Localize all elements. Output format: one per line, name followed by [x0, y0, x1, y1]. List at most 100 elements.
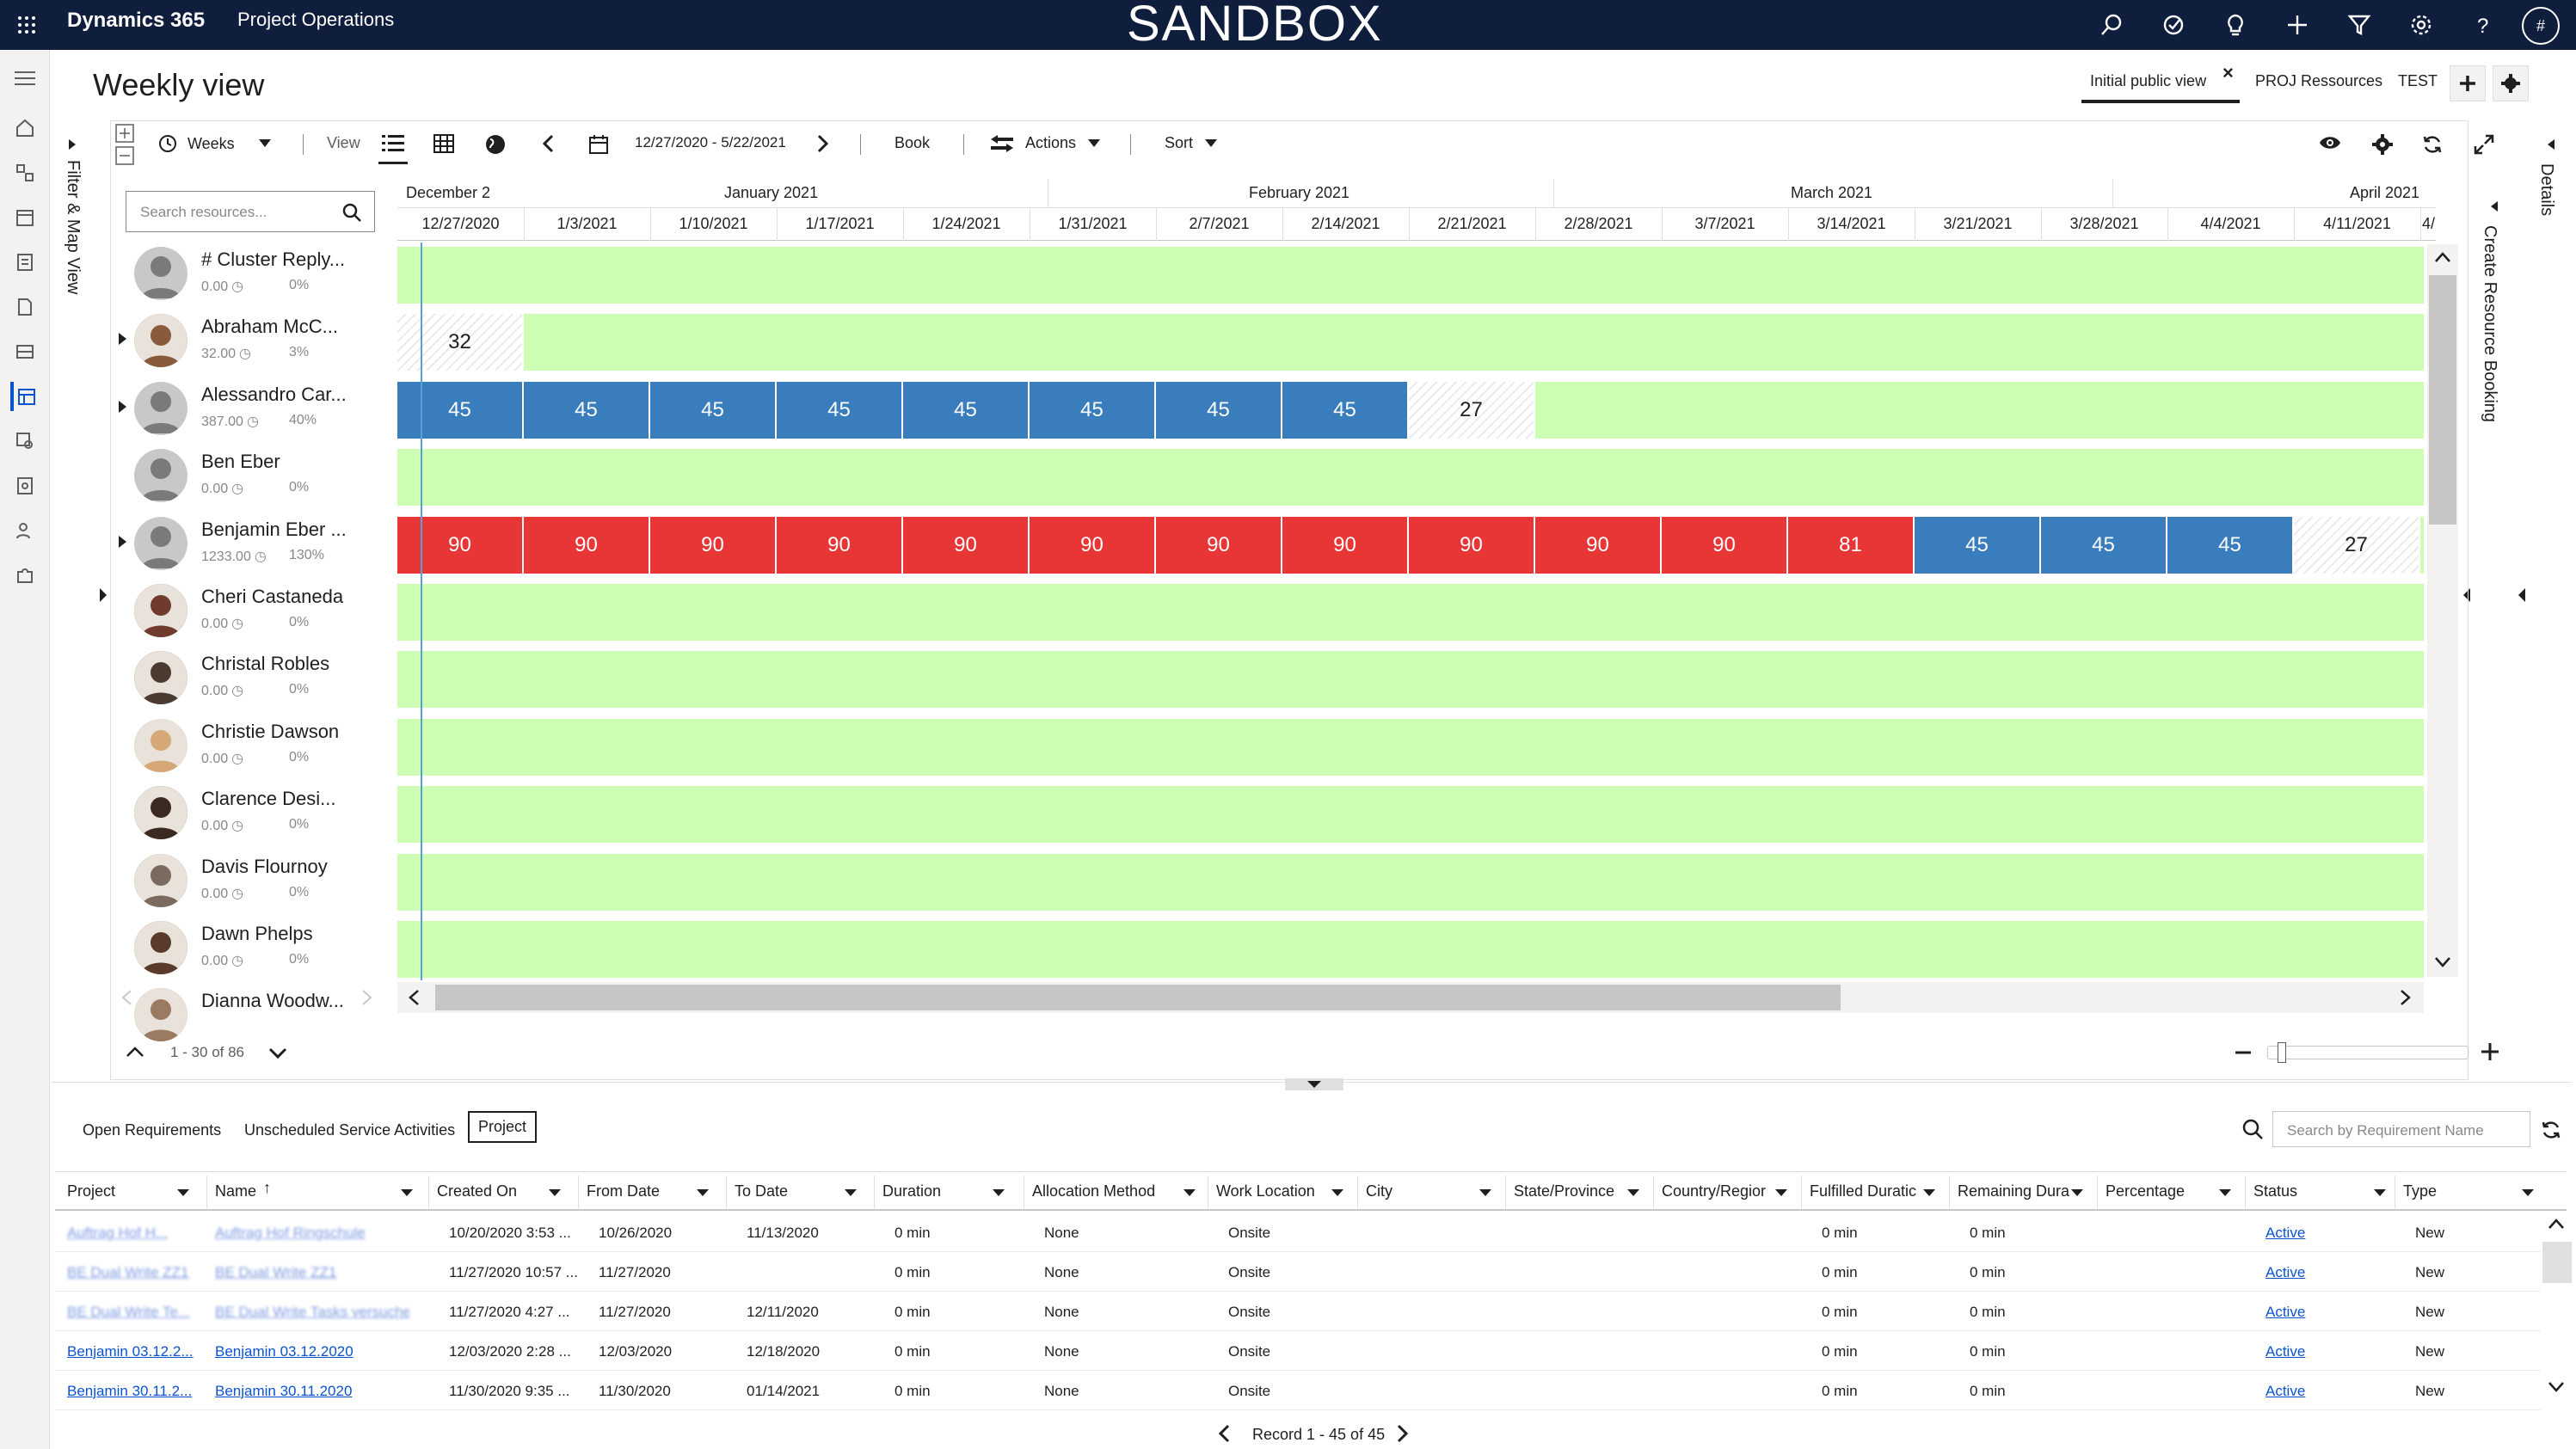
plus-icon[interactable]	[2278, 5, 2317, 45]
view-tab-initial-public-view[interactable]: Initial public view	[2090, 72, 2206, 90]
resource-name[interactable]: Benjamin Eber ...	[201, 519, 347, 541]
resource-name[interactable]: Cheri Castaneda	[201, 586, 343, 608]
search-icon[interactable]	[2092, 5, 2131, 45]
column-menu-chevron-icon[interactable]	[1183, 1189, 1196, 1196]
next-record-icon[interactable]	[1397, 1424, 1409, 1443]
resource-row[interactable]: Benjamin Eber ... 1233.00 ◷ 130%	[114, 512, 389, 575]
cell-project[interactable]: Auftrag Hof H...	[67, 1225, 196, 1242]
tab-open-requirements[interactable]: Open Requirements	[83, 1121, 221, 1139]
add-view-button[interactable]	[2450, 65, 2486, 101]
resource-name[interactable]: Dianna Woodw...	[201, 990, 344, 1012]
zoom-slider-handle[interactable]	[2278, 1042, 2286, 1063]
column-header[interactable]: City	[1366, 1182, 1469, 1200]
search-icon[interactable]	[341, 202, 362, 223]
booking-cell[interactable]: 45	[524, 381, 650, 439]
create-resource-booking-toggle[interactable]: Create Resource Booking	[2480, 225, 2499, 422]
resource-row[interactable]: # Cluster Reply... 0.00 ◷ 0%	[114, 242, 389, 305]
cell-status[interactable]: Active	[2266, 1225, 2377, 1242]
zoom-slider[interactable]	[2267, 1046, 2468, 1059]
booking-cell[interactable]: 45	[2041, 516, 2167, 574]
resource-name[interactable]: Abraham McC...	[201, 316, 338, 338]
resource-row[interactable]: Abraham McC... 32.00 ◷ 3%	[114, 309, 389, 372]
booking-cell[interactable]: 45	[777, 381, 903, 439]
column-header[interactable]: Remaining Dura	[1958, 1182, 2078, 1200]
scroll-right-icon[interactable]	[2400, 989, 2412, 1006]
booking-row[interactable]: 45 45 45 45 45 45 45 45 27	[397, 381, 2424, 439]
column-menu-chevron-icon[interactable]	[697, 1189, 709, 1196]
booking-cell[interactable]: 45	[397, 381, 524, 439]
expand-booking-panel-icon[interactable]	[2489, 200, 2499, 213]
settings-gear-icon[interactable]	[2401, 5, 2441, 45]
close-tab-icon[interactable]: ×	[2222, 62, 2234, 84]
table-row[interactable]: Benjamin 03.12.2... Benjamin 03.12.2020 12…	[55, 1331, 2541, 1371]
task-check-icon[interactable]	[2154, 5, 2193, 45]
cell-name[interactable]: BE Dual Write Tasks versuchen	[215, 1304, 409, 1321]
column-menu-chevron-icon[interactable]	[993, 1189, 1005, 1196]
resource-row[interactable]: Davis Flournoy 0.00 ◷ 0%	[114, 849, 389, 912]
resource-name[interactable]: Davis Flournoy	[201, 856, 328, 878]
resource-scroll-left-icon[interactable]	[120, 989, 132, 1006]
expand-filter-panel-icon[interactable]	[67, 138, 77, 151]
resource-name[interactable]: Ben Eber	[201, 451, 280, 473]
column-header[interactable]: Allocation Method	[1032, 1182, 1196, 1200]
fullscreen-icon[interactable]	[2474, 134, 2494, 155]
column-menu-chevron-icon[interactable]	[1479, 1189, 1491, 1196]
vertical-scroll-thumb[interactable]	[2429, 275, 2456, 525]
requirements-refresh-icon[interactable]	[2541, 1120, 2561, 1140]
app-name[interactable]: Project Operations	[237, 9, 394, 31]
resource-row[interactable]: Cheri Castaneda 0.00 ◷ 0%	[114, 579, 389, 642]
booking-cell[interactable]: 45	[1156, 381, 1282, 439]
resource-row[interactable]: Dianna Woodw...	[114, 983, 389, 1047]
requirement-search-icon[interactable]	[2241, 1118, 2264, 1140]
booking-row[interactable]	[397, 449, 2424, 507]
column-header[interactable]: State/Province	[1514, 1182, 1634, 1200]
column-menu-chevron-icon[interactable]	[845, 1189, 857, 1196]
view-tab-test[interactable]: TEST	[2398, 72, 2438, 90]
expand-details-panel-icon[interactable]	[2546, 138, 2556, 151]
column-menu-chevron-icon[interactable]	[177, 1189, 189, 1196]
table-row[interactable]: BE Dual Write ZZ1 BE Dual Write ZZ1 11/27/…	[55, 1252, 2541, 1292]
booking-cell[interactable]: 45	[903, 381, 1030, 439]
column-header[interactable]: Percentage	[2106, 1182, 2226, 1200]
resource-row[interactable]: Christie Dawson 0.00 ◷ 0%	[114, 714, 389, 777]
app-title[interactable]: Dynamics 365	[67, 9, 205, 33]
next-page-icon[interactable]	[268, 1047, 287, 1059]
column-menu-chevron-icon[interactable]	[1775, 1189, 1787, 1196]
scroll-up-icon[interactable]	[2434, 251, 2451, 263]
booking-row[interactable]	[397, 584, 2424, 641]
booking-cell[interactable]: 90	[1409, 516, 1535, 574]
schedule-board-icon[interactable]	[10, 382, 40, 411]
column-header[interactable]: Work Location	[1216, 1182, 1328, 1200]
board-settings-button[interactable]	[2493, 65, 2529, 101]
resource-name[interactable]: Alessandro Car...	[201, 384, 347, 406]
column-menu-chevron-icon[interactable]	[1627, 1189, 1639, 1196]
resource-name[interactable]: Christie Dawson	[201, 721, 339, 743]
cell-project[interactable]: Benjamin 30.11.2...	[67, 1383, 196, 1400]
column-header[interactable]: Country/Regior	[1662, 1182, 1782, 1200]
booking-cell[interactable]: 45	[1282, 381, 1409, 439]
booking-row[interactable]	[397, 247, 2424, 304]
hamburger-menu-icon[interactable]	[10, 64, 40, 93]
booking-row[interactable]: 32	[397, 314, 2424, 371]
cell-status[interactable]: Active	[2266, 1383, 2377, 1400]
booking-cell[interactable]: 90	[903, 516, 1030, 574]
hub-icon[interactable]	[10, 158, 40, 187]
booking-row[interactable]	[397, 786, 2424, 844]
booking-cell[interactable]: 27	[1409, 381, 1535, 439]
puzzle-icon[interactable]	[10, 561, 40, 590]
column-header[interactable]: Status	[2253, 1182, 2357, 1200]
column-header[interactable]: From Date	[587, 1182, 707, 1200]
details-panel-toggle[interactable]: Details	[2536, 163, 2556, 216]
table-row[interactable]: Benjamin 30.11.2... Benjamin 30.11.2020 11…	[55, 1371, 2541, 1410]
booking-cell[interactable]: 90	[1535, 516, 1662, 574]
cell-status[interactable]: Active	[2266, 1264, 2377, 1281]
booking-cell[interactable]: 81	[1788, 516, 1915, 574]
cell-name[interactable]: Benjamin 03.12.2020	[215, 1343, 409, 1360]
scroll-down-icon[interactable]	[2434, 956, 2451, 968]
column-menu-chevron-icon[interactable]	[1923, 1189, 1935, 1196]
document-icon[interactable]	[10, 292, 40, 322]
column-menu-chevron-icon[interactable]	[2374, 1189, 2386, 1196]
scroll-left-icon[interactable]	[408, 989, 420, 1006]
booking-cell[interactable]: 90	[397, 516, 524, 574]
tab-unscheduled-service-activities[interactable]: Unscheduled Service Activities	[244, 1121, 455, 1139]
